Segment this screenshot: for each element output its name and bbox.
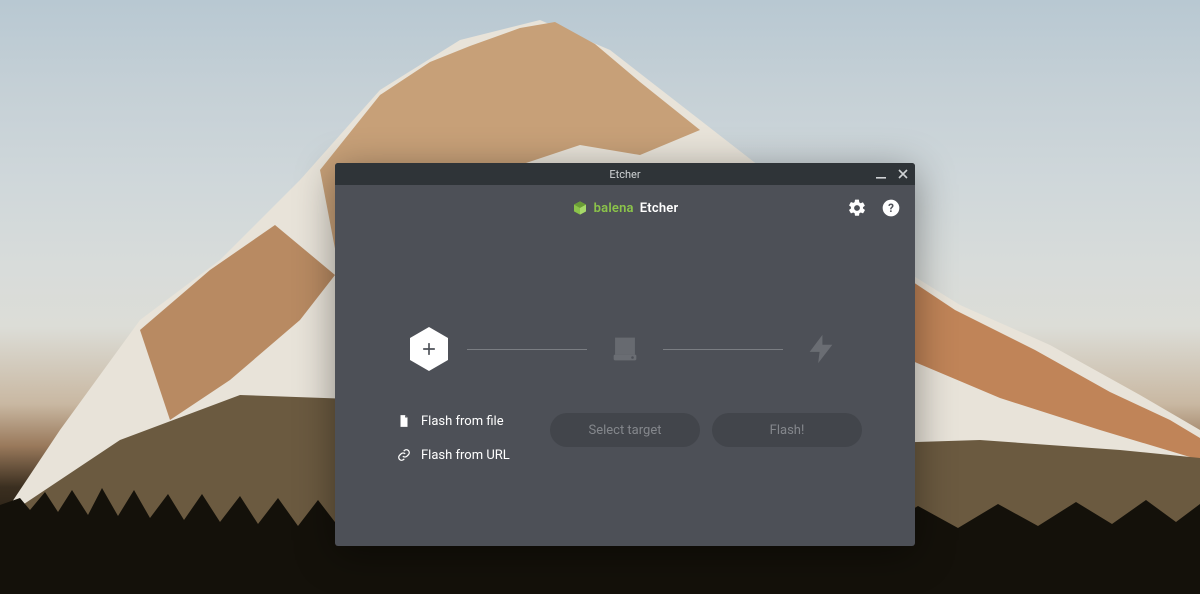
- flash-from-file-label: Flash from file: [421, 414, 504, 429]
- window-title: Etcher: [609, 168, 640, 181]
- app-header: balena Etcher ?: [335, 185, 915, 231]
- select-target-label: Select target: [588, 423, 661, 438]
- help-button[interactable]: ?: [881, 198, 901, 218]
- cube-icon: [572, 200, 588, 216]
- titlebar: Etcher: [335, 163, 915, 185]
- step-flash-icon: [801, 329, 841, 369]
- source-column: Flash from file Flash from URL: [383, 413, 543, 463]
- settings-button[interactable]: [847, 198, 867, 218]
- app-body: Flash from file Flash from URL Select ta…: [335, 231, 915, 546]
- brand-text-1: balena: [594, 201, 634, 216]
- brand-logo: balena Etcher: [572, 200, 679, 216]
- svg-text:?: ?: [888, 201, 894, 215]
- step-source-icon: [409, 329, 449, 369]
- action-row: Flash from file Flash from URL Select ta…: [383, 413, 867, 463]
- step-indicator: [383, 329, 867, 369]
- plus-icon: [410, 327, 448, 371]
- link-icon: [397, 447, 411, 463]
- target-column: Select target: [545, 413, 705, 447]
- minimize-button[interactable]: [875, 168, 887, 180]
- step-target-icon: [605, 329, 645, 369]
- flash-button[interactable]: Flash!: [712, 413, 862, 447]
- step-connector: [663, 349, 783, 350]
- flash-label: Flash!: [770, 423, 805, 438]
- step-connector: [467, 349, 587, 350]
- flash-from-url-button[interactable]: Flash from URL: [383, 447, 543, 463]
- etcher-window: Etcher balena Etcher ?: [335, 163, 915, 546]
- brand-text-2: Etcher: [640, 201, 679, 216]
- flash-from-file-button[interactable]: Flash from file: [383, 413, 543, 429]
- flash-column: Flash!: [707, 413, 867, 447]
- select-target-button[interactable]: Select target: [550, 413, 700, 447]
- window-controls: [875, 163, 909, 185]
- file-icon: [397, 413, 411, 429]
- header-actions: ?: [847, 185, 901, 231]
- flash-from-url-label: Flash from URL: [421, 448, 510, 463]
- close-button[interactable]: [897, 168, 909, 180]
